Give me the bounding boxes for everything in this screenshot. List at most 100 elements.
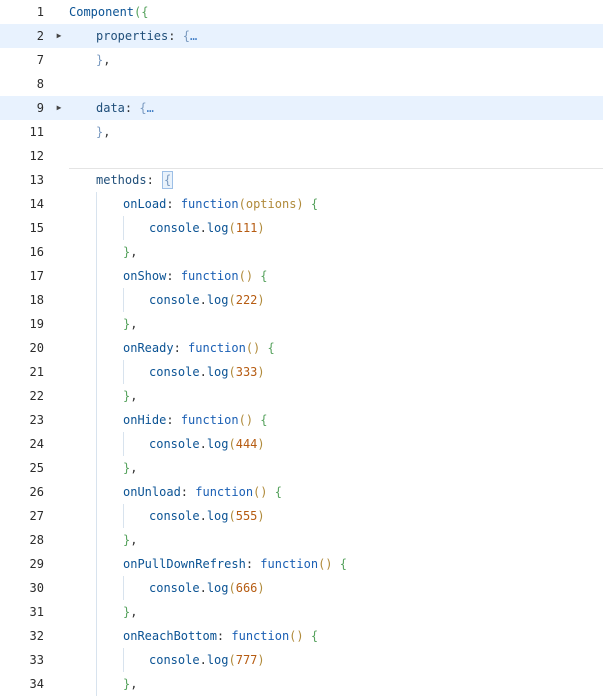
code-token: onUnload [123, 485, 181, 499]
code-token: 555 [235, 509, 258, 523]
code-token: log [206, 437, 229, 451]
code-text: }, [69, 240, 603, 264]
indent-guide-function [123, 432, 124, 456]
code-token: console [149, 509, 200, 523]
indent-guide-function [123, 576, 124, 600]
line-number: 23 [29, 413, 44, 427]
code-line[interactable]: 11}, [0, 120, 603, 144]
code-token: . [199, 437, 207, 451]
code-text: }, [69, 48, 603, 72]
code-token: ) [257, 437, 265, 451]
code-line[interactable]: 28}, [0, 528, 603, 552]
code-line[interactable]: 21 console.log(333) [0, 360, 603, 384]
code-token: , [103, 53, 111, 67]
code-token: ( [228, 653, 236, 667]
code-token: ( [228, 509, 236, 523]
code-token: , [130, 605, 138, 619]
code-line[interactable]: 34}, [0, 672, 603, 696]
line-number: 1 [36, 5, 44, 19]
code-line[interactable]: 9 ▶ data: {… [0, 96, 603, 120]
code-token: : [166, 197, 181, 211]
code-line[interactable]: 19}, [0, 312, 603, 336]
code-line[interactable]: 25}, [0, 456, 603, 480]
fold-triangle-icon[interactable]: ▶ [54, 96, 64, 120]
code-line[interactable]: 12 [0, 144, 603, 168]
code-token: () [289, 629, 304, 643]
code-line[interactable]: 30 console.log(666) [0, 576, 603, 600]
code-token: : [146, 173, 162, 187]
code-token: : [216, 629, 232, 643]
code-line[interactable]: 33 console.log(777) [0, 648, 603, 672]
code-text: onHide: function() { [69, 408, 603, 432]
code-line[interactable]: 22}, [0, 384, 603, 408]
code-token: function [188, 341, 246, 355]
line-number: 19 [29, 317, 44, 331]
code-line[interactable]: 23 onHide: function() { [0, 408, 603, 432]
code-token: console [149, 653, 200, 667]
code-editor[interactable]: 1 Component({2 ▶ properties: {… 7}, 8 9 ▶ data: … [0, 0, 603, 696]
code-line[interactable]: 32 onReachBottom: function() { [0, 624, 603, 648]
code-line[interactable]: 13 methods: { [0, 168, 603, 192]
code-text: }, [69, 600, 603, 624]
code-line[interactable]: 16}, [0, 240, 603, 264]
code-token: : [124, 101, 140, 115]
code-line[interactable]: 26 onUnload: function() { [0, 480, 603, 504]
code-line[interactable]: 15 console.log(111) [0, 216, 603, 240]
line-number: 32 [29, 629, 44, 643]
code-token: function [260, 557, 319, 571]
code-token: console [149, 365, 200, 379]
code-token: ) [296, 197, 304, 211]
code-line[interactable]: 24 console.log(444) [0, 432, 603, 456]
code-token: ) [257, 221, 265, 235]
code-line[interactable]: 20 onReady: function() { [0, 336, 603, 360]
code-token: console [149, 221, 200, 235]
code-token: { [303, 197, 319, 211]
code-line[interactable]: 14 onLoad: function(options) { [0, 192, 603, 216]
code-line[interactable]: 1 Component({ [0, 0, 603, 24]
code-text: }, [69, 120, 603, 144]
code-token: { [182, 29, 190, 43]
line-number: 12 [29, 149, 44, 163]
indent-guide-function [123, 504, 124, 528]
code-token: : [168, 29, 183, 43]
indent-guide-function [123, 216, 124, 240]
line-number: 9 [36, 101, 44, 115]
code-text: console.log(555) [69, 504, 603, 528]
code-line[interactable]: 17 onShow: function() { [0, 264, 603, 288]
fold-triangle-icon[interactable]: ▶ [54, 24, 64, 48]
line-number: 31 [29, 605, 44, 619]
code-line[interactable]: 18 console.log(222) [0, 288, 603, 312]
code-token: () [238, 413, 254, 427]
code-line[interactable]: 29 onPullDownRefresh: function() { [0, 552, 603, 576]
code-token: ( [228, 221, 236, 235]
code-text: }, [69, 312, 603, 336]
code-token: . [199, 221, 207, 235]
code-token: , [130, 245, 138, 259]
code-line[interactable]: 27 console.log(555) [0, 504, 603, 528]
code-token: Component [69, 5, 135, 19]
code-text: console.log(444) [69, 432, 603, 456]
code-line[interactable]: 31}, [0, 600, 603, 624]
code-text: console.log(666) [69, 576, 603, 600]
code-token: console [149, 293, 200, 307]
line-number: 34 [29, 677, 44, 691]
code-token: , [130, 533, 138, 547]
code-line[interactable]: 2 ▶ properties: {… [0, 24, 603, 48]
line-number: 16 [29, 245, 44, 259]
code-token: ) [257, 365, 265, 379]
code-token: ) [257, 653, 265, 667]
code-line[interactable]: 8 [0, 72, 603, 96]
code-text: methods: { [69, 168, 603, 192]
line-number: 18 [29, 293, 44, 307]
line-number: 17 [29, 269, 44, 283]
code-token: 111 [235, 221, 258, 235]
line-number: 29 [29, 557, 44, 571]
code-token: { [139, 101, 147, 115]
code-token: { [260, 341, 275, 355]
code-token: properties [96, 29, 169, 43]
code-line[interactable]: 7}, [0, 48, 603, 72]
line-number: 30 [29, 581, 44, 595]
code-token: log [206, 581, 229, 595]
code-token: : [166, 413, 181, 427]
line-number: 11 [29, 125, 44, 139]
